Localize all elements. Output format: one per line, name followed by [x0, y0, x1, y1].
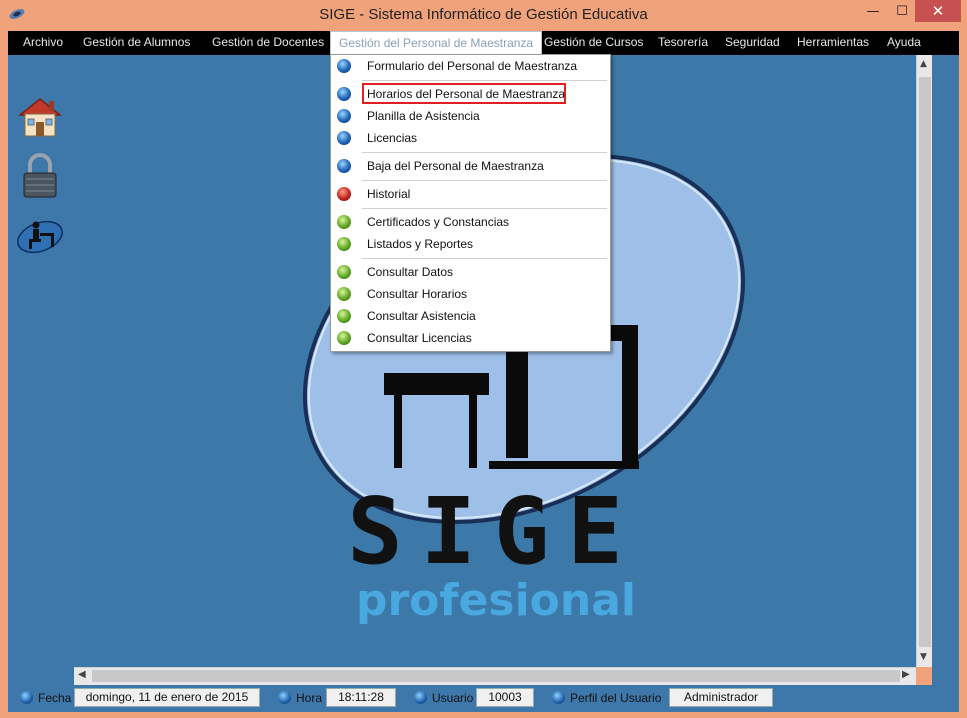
title-bar[interactable]: SIGE - Sistema Informático de Gestión Ed…: [0, 0, 967, 30]
menu-bar: Archivo Gestión de Alumnos Gestión de Do…: [8, 31, 959, 55]
dropdown-item-consultar-horarios[interactable]: Consultar Horarios: [331, 283, 608, 305]
dropdown-item-listados[interactable]: Listados y Reportes: [331, 233, 608, 255]
scroll-down-icon[interactable]: ▼: [920, 652, 927, 662]
dropdown-item-label: Certificados y Constancias: [367, 215, 510, 229]
dropdown-item-label: Listados y Reportes: [367, 237, 474, 251]
dropdown-item-label: Licencias: [367, 131, 418, 145]
dropdown-item-baja[interactable]: Baja del Personal de Maestranza: [331, 155, 608, 177]
dropdown-separator: [362, 180, 607, 181]
desk-person-icon[interactable]: [16, 211, 64, 259]
blue-dot-icon: [337, 59, 351, 73]
vertical-scroll-thumb[interactable]: [919, 77, 931, 647]
fecha-label: Fecha: [38, 691, 72, 705]
menu-tesoreria[interactable]: Tesorería: [658, 35, 708, 49]
green-dot-icon: [337, 331, 351, 345]
logo-subtitle: profesional: [356, 575, 636, 626]
menu-ayuda[interactable]: Ayuda: [887, 35, 921, 49]
status-bar: Fecha domingo, 11 de enero de 2015 Hora …: [8, 685, 959, 712]
menu-gestion-docentes[interactable]: Gestión de Docentes: [212, 35, 324, 49]
perfil-value: Administrador: [669, 688, 773, 707]
green-dot-icon: [337, 287, 351, 301]
scroll-up-icon[interactable]: ▲: [920, 59, 927, 69]
dropdown-item-historial[interactable]: Historial: [331, 183, 608, 205]
menu-seguridad[interactable]: Seguridad: [725, 35, 780, 49]
dropdown-separator: [362, 80, 607, 81]
vertical-scrollbar[interactable]: ▲ ▼: [916, 55, 933, 667]
blue-dot-icon: [337, 159, 351, 173]
dropdown-item-label: Historial: [367, 187, 411, 201]
usuario-dot-icon: [414, 691, 427, 704]
perfil-dot-icon: [552, 691, 565, 704]
dropdown-item-consultar-asistencia[interactable]: Consultar Asistencia: [331, 305, 608, 327]
dropdown-separator: [362, 208, 607, 209]
dropdown-item-label: Formulario del Personal de Maestranza: [367, 59, 578, 73]
fecha-value: domingo, 11 de enero de 2015: [74, 688, 260, 707]
hora-label: Hora: [296, 691, 323, 705]
blue-dot-icon: [337, 109, 351, 123]
scroll-right-icon[interactable]: ▶: [902, 669, 910, 680]
red-dot-icon: [337, 187, 351, 201]
window-title: SIGE - Sistema Informático de Gestión Ed…: [319, 6, 648, 23]
dropdown-item-licencias[interactable]: Licencias: [331, 127, 608, 149]
logo-title: SIGE: [347, 478, 641, 585]
dropdown-item-consultar-datos[interactable]: Consultar Datos: [331, 261, 608, 283]
blue-dot-icon: [337, 87, 351, 101]
fecha-dot-icon: [20, 691, 33, 704]
green-dot-icon: [337, 215, 351, 229]
scroll-left-icon[interactable]: ◀: [78, 669, 86, 680]
dropdown-item-consultar-licencias[interactable]: Consultar Licencias: [331, 327, 608, 349]
dropdown-separator: [362, 152, 607, 153]
dropdown-item-planilla-asistencia[interactable]: Planilla de Asistencia: [331, 105, 608, 127]
maximize-button[interactable]: ☐: [887, 0, 917, 22]
menu-archivo[interactable]: Archivo: [23, 35, 63, 49]
dropdown-item-label: Planilla de Asistencia: [367, 109, 480, 123]
right-panel: [932, 55, 959, 685]
dropdown-item-label: Consultar Datos: [367, 265, 454, 279]
menu-herramientas[interactable]: Herramientas: [797, 35, 869, 49]
green-dot-icon: [337, 265, 351, 279]
horizontal-scrollbar[interactable]: ◀ ▶: [74, 667, 916, 685]
dropdown-item-label: Consultar Licencias: [367, 331, 472, 345]
green-dot-icon: [337, 309, 351, 323]
house-icon[interactable]: [16, 93, 64, 141]
minimize-button[interactable]: —: [858, 0, 888, 22]
dropdown-item-formulario[interactable]: Formulario del Personal de Maestranza: [331, 55, 608, 77]
menu-gestion-alumnos[interactable]: Gestión de Alumnos: [83, 35, 190, 49]
usuario-label: Usuario: [432, 691, 474, 705]
menu-gestion-personal-maestranza[interactable]: Gestión del Personal de Maestranza: [330, 31, 543, 55]
left-toolbar: [8, 55, 74, 685]
selection-highlight: [362, 83, 566, 104]
personal-maestranza-dropdown: Formulario del Personal de Maestranza Ho…: [330, 54, 611, 352]
padlock-icon[interactable]: [16, 151, 64, 199]
blue-dot-icon: [337, 131, 351, 145]
dropdown-item-label: Consultar Horarios: [367, 287, 468, 301]
hora-dot-icon: [278, 691, 291, 704]
dropdown-separator: [362, 258, 607, 259]
hora-value: 18:11:28: [326, 688, 396, 707]
main-window: SIGE - Sistema Informático de Gestión Ed…: [0, 0, 967, 718]
usuario-value: 10003: [476, 688, 534, 707]
perfil-label: Perfil del Usuario: [570, 691, 662, 705]
dropdown-item-label: Consultar Asistencia: [367, 309, 476, 323]
dropdown-item-label: Baja del Personal de Maestranza: [367, 159, 544, 173]
menu-gestion-cursos[interactable]: Gestión de Cursos: [544, 35, 643, 49]
green-dot-icon: [337, 237, 351, 251]
close-button[interactable]: ✕: [915, 0, 961, 22]
horizontal-scroll-thumb[interactable]: [92, 670, 900, 682]
dropdown-item-certificados[interactable]: Certificados y Constancias: [331, 211, 608, 233]
